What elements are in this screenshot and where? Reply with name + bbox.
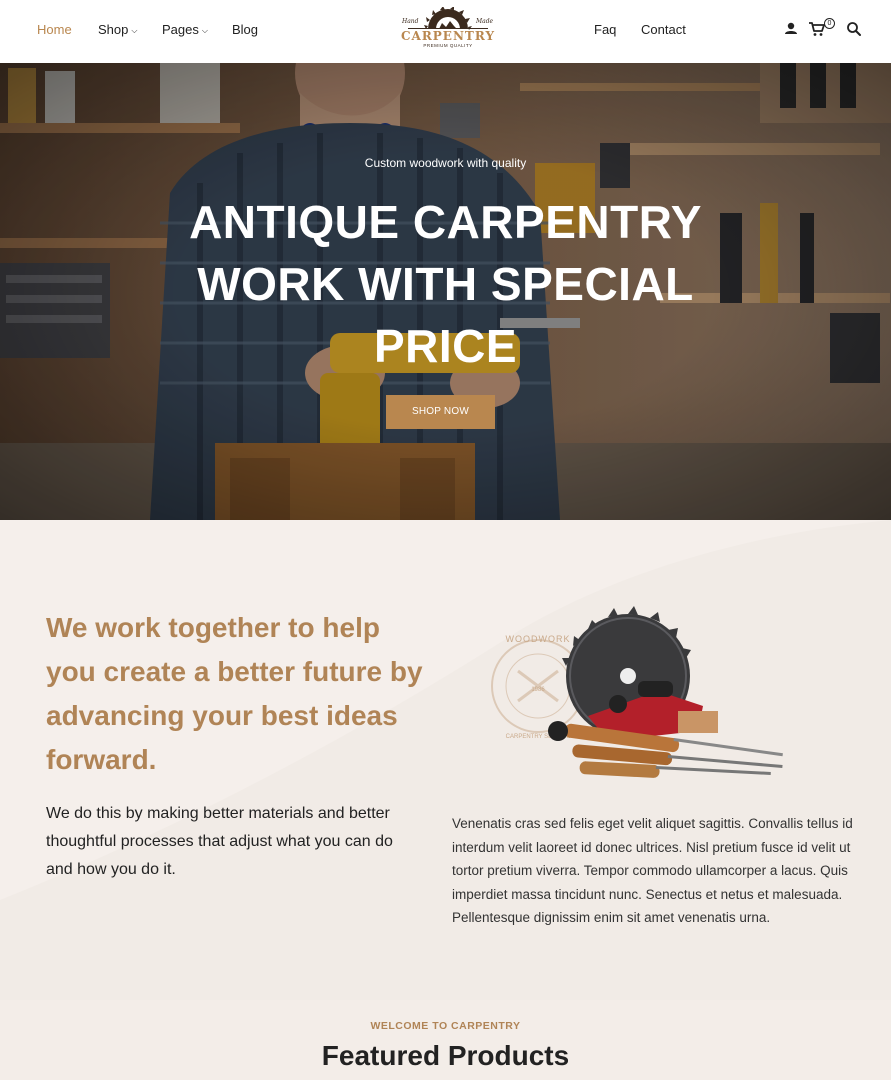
site-header: Home Shop ⌵ Pages ⌵ Blog Hand Made CARPE… (0, 0, 891, 63)
nav-shop-label: Shop (98, 22, 129, 37)
featured-title: Featured Products (321, 1040, 570, 1071)
nav-contact[interactable]: Contact (641, 22, 686, 37)
site-logo[interactable]: Hand Made CARPENTRY PREMIUM QUALITY (396, 6, 500, 55)
hero-title: ANTIQUE CARPENTRY WORK WITH SPECIAL PRIC… (145, 191, 746, 377)
carpentry-tools-image: WOODWORK CARPENTRY SERVICE 1986 (488, 596, 788, 786)
search-icon[interactable] (845, 20, 863, 38)
logo-right-script: Made (476, 18, 494, 25)
nav-blog[interactable]: Blog (232, 22, 258, 37)
about-paragraph: Venenatis cras sed felis eget velit aliq… (452, 816, 853, 925)
hero-title-line: WORK WITH SPECIAL (197, 258, 694, 310)
stamp-text: WOODWORK (506, 634, 571, 644)
about-heading: We work together to help you create a be… (46, 612, 423, 775)
featured-eyebrow: WELCOME TO CARPENTRY (370, 1020, 521, 1032)
stamp-year: 1986 (531, 687, 545, 693)
chevron-down-icon: ⌵ (201, 25, 208, 35)
nav-home[interactable]: Home (37, 22, 72, 37)
nav-pages-label: Pages (162, 22, 199, 37)
hero-banner: Custom woodwork with quality ANTIQUE CAR… (0, 63, 891, 520)
chevron-down-icon: ⌵ (131, 25, 138, 35)
shop-now-button[interactable]: SHOP NOW (386, 395, 495, 429)
nav-pages[interactable]: Pages ⌵ (162, 22, 208, 37)
nav-shop[interactable]: Shop ⌵ (98, 22, 137, 37)
cart-count-badge: 0 (824, 18, 835, 29)
about-section: We work together to help you create a be… (0, 520, 891, 1000)
user-icon[interactable] (782, 20, 800, 38)
logo-title: CARPENTRY (400, 29, 496, 43)
hero-title-line: PRICE (373, 320, 518, 372)
logo-left-script: Hand (402, 18, 419, 25)
nav-faq[interactable]: Faq (594, 22, 616, 37)
tools-illustration: WOODWORK CARPENTRY SERVICE 1986 (491, 606, 783, 778)
logo-tagline: PREMIUM QUALITY (423, 43, 473, 48)
hero-eyebrow: Custom woodwork with quality (364, 156, 527, 170)
about-subtext: We do this by making better materials an… (46, 805, 393, 878)
hero-title-line: ANTIQUE CARPENTRY (189, 196, 702, 248)
